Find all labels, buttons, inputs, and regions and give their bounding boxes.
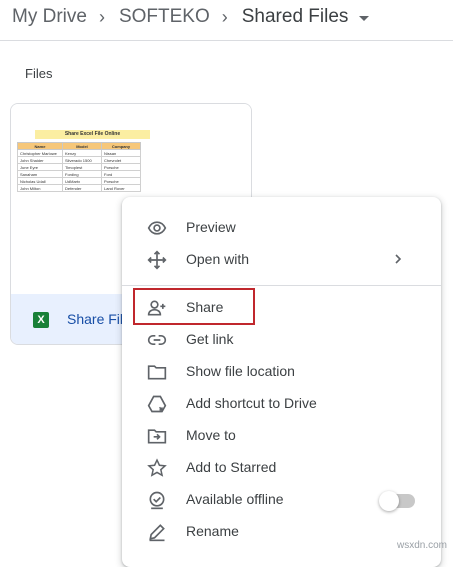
table-cell: Nicholas Udall: [17, 177, 63, 185]
spreadsheet-preview: Share Excel File Online Name Model Compa…: [17, 130, 150, 192]
offline-toggle[interactable]: [379, 491, 415, 511]
menu-item-move-to[interactable]: Move to: [122, 420, 441, 452]
watermark: wsxdn.com: [396, 540, 447, 551]
table-cell: Nissan: [101, 149, 141, 157]
breadcrumb-softeko[interactable]: SOFTEKO: [119, 6, 210, 28]
table-cell: Porsche: [101, 163, 141, 171]
table-cell: Christopher Marlowe: [17, 149, 63, 157]
move-to-folder-icon: [146, 426, 168, 446]
table-cell: June Eyre: [17, 163, 63, 171]
menu-item-label: Show file location: [186, 363, 295, 379]
menu-item-add-shortcut[interactable]: Add shortcut to Drive: [122, 388, 441, 420]
menu-item-label: Rename: [186, 523, 239, 539]
menu-item-label: Add shortcut to Drive: [186, 395, 317, 411]
table-cell: Silverado 1500: [62, 156, 102, 164]
menu-item-rename[interactable]: Rename: [122, 516, 441, 548]
table-cell: John Milton: [17, 184, 63, 192]
menu-item-add-to-starred[interactable]: Add to Starred: [122, 452, 441, 484]
table-header: Company: [101, 142, 141, 150]
menu-item-label: Open with: [186, 251, 250, 267]
section-label-files: Files: [25, 66, 53, 81]
breadcrumb: My Drive › SOFTEKO › Shared Files: [12, 5, 370, 29]
table-cell: Kenzy: [62, 149, 102, 157]
menu-item-label: Move to: [186, 427, 236, 443]
table-row: Sanaham Fording Ford: [17, 170, 141, 178]
context-menu: Preview Open with Share Get link Show fi…: [122, 197, 441, 567]
move-arrows-icon: [146, 250, 168, 270]
table-cell: Sanaham: [17, 170, 63, 178]
breadcrumb-shared-files[interactable]: Shared Files: [242, 6, 349, 28]
spreadsheet-table: Name Model Company Christopher Marlowe K…: [17, 142, 141, 192]
menu-item-available-offline[interactable]: Available offline: [122, 484, 441, 516]
menu-divider: [122, 285, 441, 286]
table-row: Christopher Marlowe Kenzy Nissan: [17, 149, 141, 157]
table-cell: Ford: [101, 170, 141, 178]
offline-check-icon: [146, 490, 168, 510]
spreadsheet-title: Share Excel File Online: [35, 130, 150, 139]
folder-icon: [146, 362, 168, 382]
table-cell: Chevrolet: [101, 156, 141, 164]
table-cell: UdMartx: [62, 177, 102, 185]
table-row: Nicholas Udall UdMartx Porsche: [17, 177, 141, 185]
link-icon: [146, 330, 168, 350]
menu-item-label: Add to Starred: [186, 459, 277, 475]
table-cell: Land Rover: [101, 184, 141, 192]
table-cell: Timoplest: [62, 163, 102, 171]
share-highlight-box: [133, 288, 255, 325]
folder-dropdown-icon[interactable]: [359, 15, 370, 21]
drive-shortcut-icon: [146, 394, 168, 414]
chevron-right-icon: [391, 252, 405, 266]
breadcrumb-my-drive[interactable]: My Drive: [12, 6, 87, 28]
excel-file-icon: X: [33, 312, 49, 328]
table-cell: John Shaider: [17, 156, 63, 164]
header-divider: [0, 40, 453, 41]
table-cell: Porsche: [101, 177, 141, 185]
menu-item-label: Get link: [186, 331, 234, 347]
star-icon: [146, 458, 168, 478]
breadcrumb-separator-icon: ›: [98, 6, 105, 27]
table-header: Model: [62, 142, 102, 150]
menu-item-preview[interactable]: Preview: [122, 212, 441, 244]
menu-item-show-file-location[interactable]: Show file location: [122, 356, 441, 388]
toggle-knob: [379, 491, 399, 511]
table-cell: Fording: [62, 170, 102, 178]
table-row: John Shaider Silverado 1500 Chevrolet: [17, 156, 141, 164]
menu-item-open-with[interactable]: Open with: [122, 244, 441, 276]
table-row: John Milton Defender Land Rover: [17, 184, 141, 192]
breadcrumb-separator-icon: ›: [221, 6, 228, 27]
pencil-icon: [146, 522, 168, 542]
table-header: Name: [17, 142, 63, 150]
table-row: June Eyre Timoplest Porsche: [17, 163, 141, 171]
menu-item-get-link[interactable]: Get link: [122, 324, 441, 356]
menu-item-label: Available offline: [186, 491, 284, 507]
menu-item-label: Preview: [186, 219, 236, 235]
eye-icon: [146, 218, 168, 238]
table-cell: Defender: [62, 184, 102, 192]
